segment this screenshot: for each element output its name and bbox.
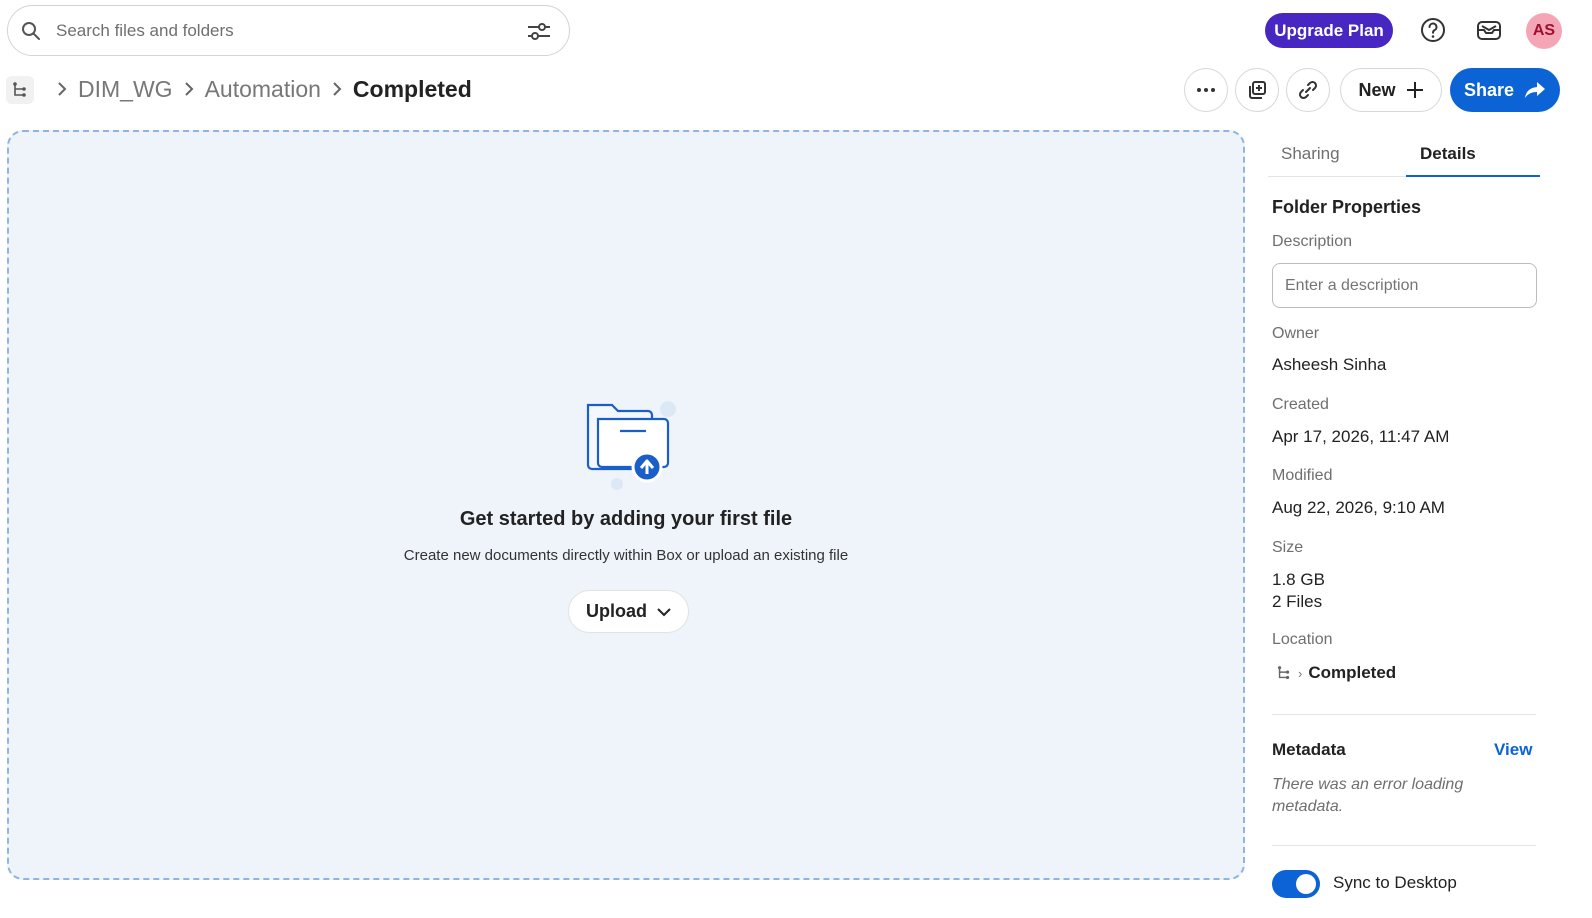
copy-icon: [1249, 81, 1266, 99]
share-arrow-icon: [1525, 82, 1546, 98]
search-bar[interactable]: Search files and folders: [7, 5, 570, 56]
empty-state-title: Get started by adding your first file: [459, 508, 793, 530]
folder-tree-icon: [13, 82, 26, 97]
breadcrumb-item-automation[interactable]: Automation: [205, 76, 321, 103]
search-input[interactable]: Search files and folders: [56, 21, 234, 41]
description-field[interactable]: [1272, 263, 1537, 308]
filter-icon[interactable]: [527, 22, 551, 42]
sync-to-desktop-label: Sync to Desktop: [1333, 873, 1457, 892]
created-value: Apr 17, 2026, 11:47 AM: [1272, 427, 1450, 446]
breadcrumb-current-folder: Completed: [352, 75, 472, 102]
tab-details[interactable]: Details: [1420, 144, 1476, 164]
chevron-right-icon: [333, 82, 342, 96]
description-label: Description: [1272, 233, 1353, 250]
empty-state-subtitle: Create new documents directly within Box…: [403, 547, 849, 564]
folder-tree-icon[interactable]: [1276, 665, 1292, 681]
link-icon: [1298, 80, 1318, 100]
inbox-icon[interactable]: [1475, 16, 1503, 44]
copy-button[interactable]: [1235, 68, 1279, 112]
new-button-label: New: [1358, 79, 1396, 100]
sync-to-desktop-toggle[interactable]: [1272, 870, 1320, 898]
folder-properties-heading: Folder Properties: [1272, 197, 1422, 217]
location-folder-link[interactable]: Completed: [1308, 663, 1396, 683]
tab-sharing[interactable]: Sharing: [1281, 144, 1340, 164]
copy-link-button[interactable]: [1286, 68, 1330, 112]
location-label: Location: [1272, 631, 1333, 648]
metadata-heading: Metadata: [1272, 740, 1346, 759]
metadata-view-link[interactable]: View: [1494, 740, 1532, 760]
location-separator: ›: [1298, 665, 1303, 681]
location-path: › Completed: [1276, 663, 1396, 683]
file-drop-zone[interactable]: Get started by adding your first file Cr…: [7, 130, 1245, 880]
search-icon: [22, 22, 40, 40]
more-icon: [1197, 88, 1215, 92]
more-options-button[interactable]: [1184, 68, 1228, 112]
metadata-error-message: There was an error loading metadata.: [1272, 776, 1464, 815]
user-avatar[interactable]: AS: [1526, 13, 1562, 49]
folder-tree-button[interactable]: [6, 76, 34, 104]
created-label: Created: [1272, 396, 1329, 413]
modified-value: Aug 22, 2026, 9:10 AM: [1272, 498, 1445, 517]
owner-label: Owner: [1272, 325, 1320, 342]
active-tab-indicator: [1406, 175, 1540, 177]
share-button[interactable]: Share: [1450, 68, 1560, 112]
help-icon[interactable]: [1419, 16, 1447, 44]
divider: [1272, 845, 1536, 846]
size-value: 1.8 GB: [1272, 570, 1325, 589]
size-label: Size: [1272, 539, 1304, 556]
chevron-down-icon: [657, 607, 671, 616]
chevron-right-icon: [58, 82, 67, 96]
breadcrumb: DIM_WG Automation Completed: [46, 72, 472, 106]
upgrade-plan-button[interactable]: Upgrade Plan: [1265, 13, 1393, 48]
upload-button[interactable]: Upload: [568, 590, 689, 633]
share-button-label: Share: [1463, 79, 1515, 100]
new-button[interactable]: New: [1340, 68, 1442, 112]
divider: [1272, 714, 1536, 715]
upload-button-label: Upload: [586, 601, 647, 621]
folder-upload-icon: [586, 401, 676, 490]
chevron-right-icon: [184, 82, 193, 96]
breadcrumb-item-dim-wg[interactable]: DIM_WG: [78, 76, 173, 103]
modified-label: Modified: [1272, 467, 1333, 484]
toggle-knob: [1296, 874, 1316, 894]
owner-value: Asheesh Sinha: [1272, 355, 1387, 374]
plus-icon: [1406, 82, 1423, 98]
sidebar-tabs: Sharing Details: [1268, 132, 1540, 177]
file-count-value: 2 Files: [1272, 592, 1323, 611]
